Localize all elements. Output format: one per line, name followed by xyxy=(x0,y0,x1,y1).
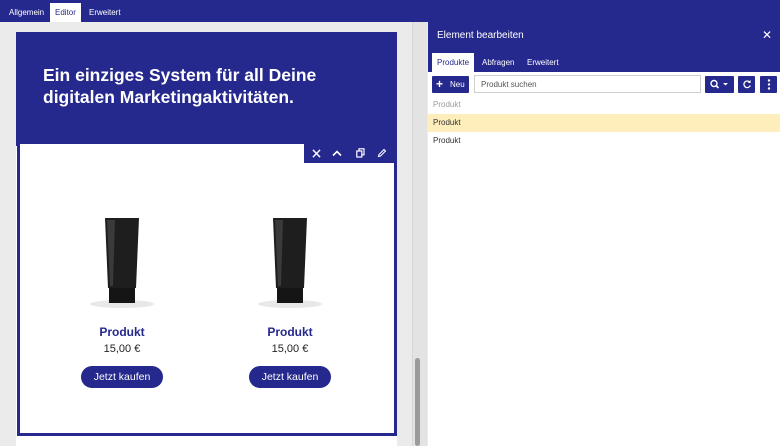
list-item[interactable]: Produkt xyxy=(428,114,780,132)
tab-erweitert[interactable]: Erweitert xyxy=(522,53,564,72)
pencil-icon[interactable] xyxy=(372,144,392,163)
product-card: Produkt 15,00 € Jetzt kaufen xyxy=(220,170,360,400)
copy-icon[interactable] xyxy=(350,144,370,163)
product-image xyxy=(90,218,154,308)
chevron-up-icon[interactable] xyxy=(327,144,347,163)
product-name: Produkt xyxy=(99,325,145,339)
more-options-button[interactable] xyxy=(760,76,777,93)
new-product-button[interactable]: + Neu xyxy=(432,76,469,93)
hero-headline: Ein einziges System für all Deine digita… xyxy=(43,65,317,107)
close-icon[interactable]: ✕ xyxy=(762,28,772,42)
panel-title: Element bearbeiten xyxy=(437,30,524,41)
caret-down-icon xyxy=(723,83,728,86)
product-card: Produkt 15,00 € Jetzt kaufen xyxy=(52,170,192,400)
buy-now-button[interactable]: Jetzt kaufen xyxy=(81,366,163,388)
close-icon[interactable] xyxy=(306,144,326,163)
top-tab-bar: Allgemein Editor Erweitert xyxy=(0,0,780,22)
product-name: Produkt xyxy=(267,325,313,339)
search-icon xyxy=(710,79,718,88)
refresh-icon xyxy=(742,80,751,89)
tab-abfragen[interactable]: Abfragen xyxy=(477,53,519,72)
plus-icon: + xyxy=(436,77,444,91)
more-vertical-icon xyxy=(767,79,770,90)
panel-header: Element bearbeiten ✕ Produkte Abfragen E… xyxy=(428,22,780,72)
edit-element-panel: Element bearbeiten ✕ Produkte Abfragen E… xyxy=(428,22,780,446)
list-item[interactable]: Produkt xyxy=(428,132,780,150)
product-list-header: Produkt xyxy=(433,100,461,109)
tab-editor[interactable]: Editor xyxy=(50,3,81,22)
product-price: 15,00 € xyxy=(103,343,141,355)
block-toolbar xyxy=(304,144,397,163)
search-dropdown-button[interactable] xyxy=(705,76,734,93)
product-search-input[interactable] xyxy=(474,75,701,93)
new-button-label: Neu xyxy=(450,80,465,89)
tab-allgemein[interactable]: Allgemein xyxy=(4,3,49,22)
canvas-scrollbar-thumb[interactable] xyxy=(415,358,420,446)
refresh-button[interactable] xyxy=(738,76,755,93)
tab-produkte[interactable]: Produkte xyxy=(432,53,475,72)
buy-now-button[interactable]: Jetzt kaufen xyxy=(249,366,331,388)
product-price: 15,00 € xyxy=(271,343,309,355)
hero-block[interactable]: Ein einziges System für all Deine digita… xyxy=(16,32,397,146)
tab-erweitert[interactable]: Erweitert xyxy=(84,3,126,22)
product-image xyxy=(258,218,322,308)
